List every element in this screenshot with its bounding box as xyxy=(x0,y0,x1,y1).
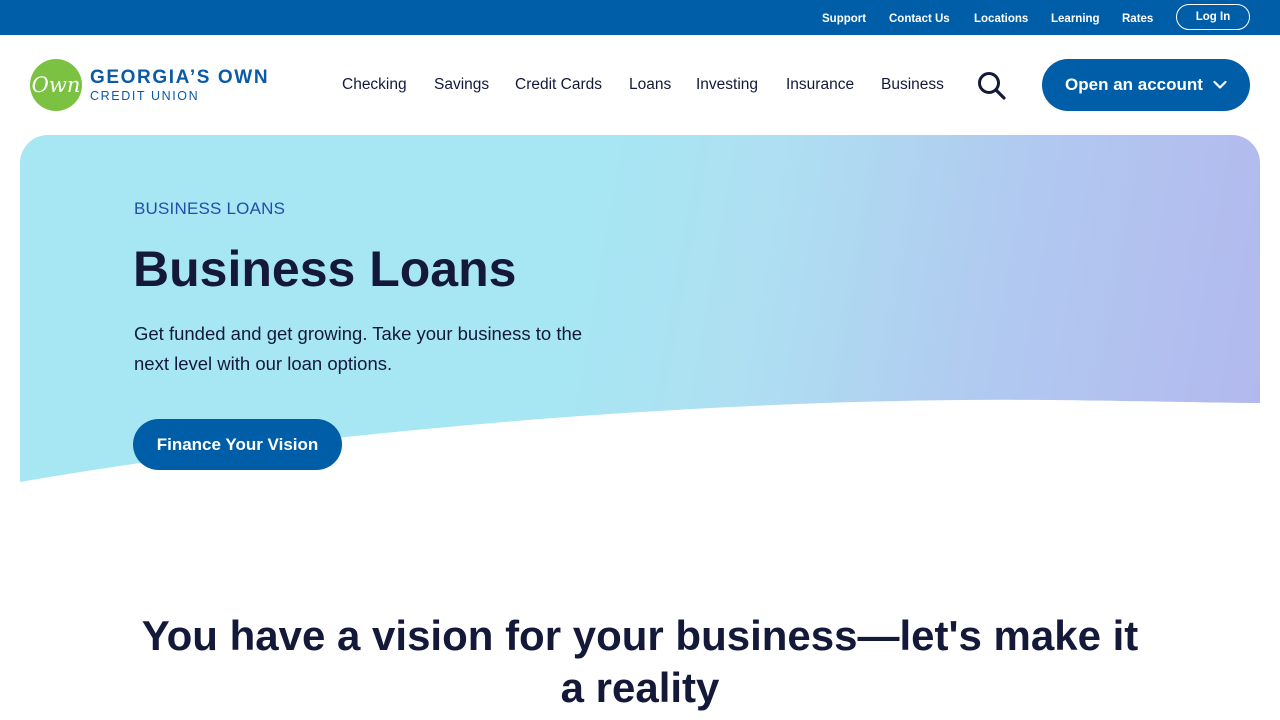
logo-wordmark-line2: CREDIT UNION xyxy=(90,89,200,103)
chevron-down-icon xyxy=(1213,80,1227,89)
nav-item-loans[interactable]: Loans xyxy=(629,76,671,94)
nav-item-credit-cards[interactable]: Credit Cards xyxy=(515,76,602,94)
nav-item-business[interactable]: Business xyxy=(881,76,944,94)
search-icon xyxy=(978,72,1006,100)
utility-bar: Support Contact Us Locations Learning Ra… xyxy=(0,0,1280,35)
search-button[interactable] xyxy=(975,71,1009,101)
page-title: Business Loans xyxy=(133,241,517,297)
logo-wordmark-line1: GEORGIA’S OWN xyxy=(90,67,270,88)
utility-link-locations[interactable]: Locations xyxy=(974,12,1028,26)
site-header: Own GEORGIA’S OWN CREDIT UNION Checking … xyxy=(0,35,1280,135)
utility-link-contact-us[interactable]: Contact Us xyxy=(889,12,950,26)
open-account-label: Open an account xyxy=(1065,75,1203,94)
section-heading: You have a vision for your business—let'… xyxy=(141,612,1139,711)
nav-item-savings[interactable]: Savings xyxy=(434,76,489,94)
open-account-button[interactable]: Open an account xyxy=(1042,59,1250,111)
nav-item-investing[interactable]: Investing xyxy=(696,76,758,94)
utility-link-learning[interactable]: Learning xyxy=(1051,12,1100,26)
utility-link-rates[interactable]: Rates xyxy=(1122,12,1153,26)
nav-item-checking[interactable]: Checking xyxy=(342,76,407,94)
nav-item-insurance[interactable]: Insurance xyxy=(786,76,854,94)
login-button[interactable]: Log In xyxy=(1176,4,1250,30)
hero-eyebrow: BUSINESS LOANS xyxy=(134,199,286,218)
logo[interactable]: Own GEORGIA’S OWN CREDIT UNION xyxy=(30,59,280,113)
finance-your-vision-button[interactable]: Finance Your Vision xyxy=(133,419,342,470)
utility-link-support[interactable]: Support xyxy=(822,12,866,26)
hero-description: Get funded and get growing. Take your bu… xyxy=(134,323,583,374)
logo-mark: Own xyxy=(30,59,82,111)
